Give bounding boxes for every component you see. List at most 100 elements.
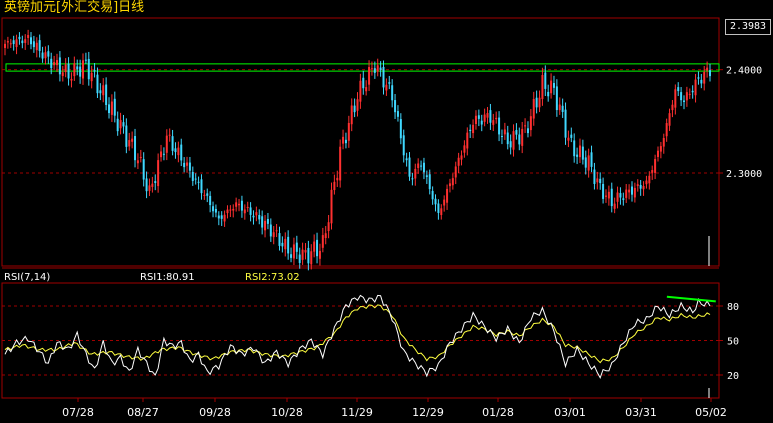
candle-body xyxy=(365,87,368,92)
candle-body xyxy=(356,99,359,111)
candle-body xyxy=(145,178,148,192)
candle-body xyxy=(474,115,477,125)
candle-body xyxy=(139,156,142,158)
candle-body xyxy=(61,72,64,77)
x-tick-label: 03/31 xyxy=(625,406,657,419)
candle-body xyxy=(417,163,420,168)
candle-body xyxy=(165,135,168,153)
candle-body xyxy=(30,37,33,45)
rsi2-series-line xyxy=(4,304,711,364)
candle-body xyxy=(339,146,342,181)
candle-body xyxy=(79,66,82,77)
candle-body xyxy=(408,157,411,177)
candle-body xyxy=(217,215,220,219)
candle-body xyxy=(18,36,21,40)
candle-body xyxy=(654,159,657,173)
candle-body xyxy=(136,160,139,164)
candle-body xyxy=(76,66,79,70)
rsi1-value-label: RSI1:80.91 xyxy=(140,272,195,283)
candle-body xyxy=(209,195,212,206)
candle-body xyxy=(521,128,524,146)
candle-body xyxy=(573,140,576,157)
candle-body xyxy=(58,57,61,75)
candle-body xyxy=(564,109,567,138)
candle-body xyxy=(47,51,50,57)
candle-body xyxy=(674,89,677,108)
candle-body xyxy=(425,175,428,177)
candle-body xyxy=(99,90,102,94)
candle-body xyxy=(581,146,584,160)
candle-body xyxy=(177,147,180,156)
candle-body xyxy=(304,250,307,253)
candle-body xyxy=(353,105,356,113)
candle-body xyxy=(402,135,405,156)
rsi-panel-frame xyxy=(1,282,720,399)
candle-body xyxy=(492,120,495,125)
candle-body xyxy=(596,178,599,183)
candle-body xyxy=(188,162,191,171)
x-tick-label: 01/28 xyxy=(482,406,514,419)
candle-body xyxy=(70,78,73,81)
candle-body xyxy=(630,186,633,195)
candle-body xyxy=(587,155,590,171)
candle-body xyxy=(448,183,451,187)
candle-body xyxy=(206,193,209,196)
candle-body xyxy=(639,184,642,189)
candle-body xyxy=(682,100,685,102)
candle-body xyxy=(229,209,232,211)
candle-body xyxy=(434,198,437,205)
price-panel-frame xyxy=(1,17,720,267)
candle-body xyxy=(368,67,371,85)
x-tick-label: 08/27 xyxy=(127,406,159,419)
candle-body xyxy=(160,151,163,158)
candle-body xyxy=(593,169,596,184)
candle-body xyxy=(73,63,76,77)
candle-body xyxy=(344,139,347,144)
candle-body xyxy=(602,183,605,199)
candle-body xyxy=(662,137,665,147)
candle-body xyxy=(379,67,382,70)
candle-body xyxy=(370,68,373,70)
candle-body xyxy=(697,77,700,79)
candle-body xyxy=(373,68,376,73)
candle-body xyxy=(223,214,226,222)
candle-body xyxy=(301,249,304,260)
candle-body xyxy=(336,177,339,181)
candle-body xyxy=(399,119,402,139)
candle-body xyxy=(171,136,174,151)
candle-body xyxy=(281,242,284,247)
candle-body xyxy=(506,132,509,145)
candle-body xyxy=(21,40,24,44)
candle-body xyxy=(324,233,327,239)
candle-body xyxy=(524,125,527,127)
candle-body xyxy=(275,230,278,232)
candle-body xyxy=(157,160,160,187)
candle-body xyxy=(489,110,492,123)
candle-body xyxy=(116,118,119,132)
candle-body xyxy=(84,59,87,61)
candle-body xyxy=(656,150,659,157)
candle-body xyxy=(677,87,680,92)
candle-body xyxy=(105,84,108,105)
candle-body xyxy=(142,159,145,180)
candle-body xyxy=(469,129,472,132)
candle-body xyxy=(515,129,518,135)
candle-body xyxy=(691,90,694,93)
candle-body xyxy=(359,80,362,102)
candle-body xyxy=(313,241,316,252)
candle-body xyxy=(90,72,93,82)
candle-body xyxy=(440,208,443,215)
candle-body xyxy=(532,99,535,119)
price-readout: 2.3983 xyxy=(725,19,771,35)
candle-body xyxy=(347,122,350,141)
candle-body xyxy=(183,162,186,168)
candle-body xyxy=(529,116,532,131)
candle-body xyxy=(238,203,241,206)
candle-body xyxy=(67,63,70,79)
candle-body xyxy=(27,35,30,38)
candle-body xyxy=(186,162,189,166)
candle-body xyxy=(50,58,53,69)
candle-body xyxy=(102,85,105,96)
x-tick-label: 03/01 xyxy=(554,406,586,419)
candle-body xyxy=(700,79,703,84)
